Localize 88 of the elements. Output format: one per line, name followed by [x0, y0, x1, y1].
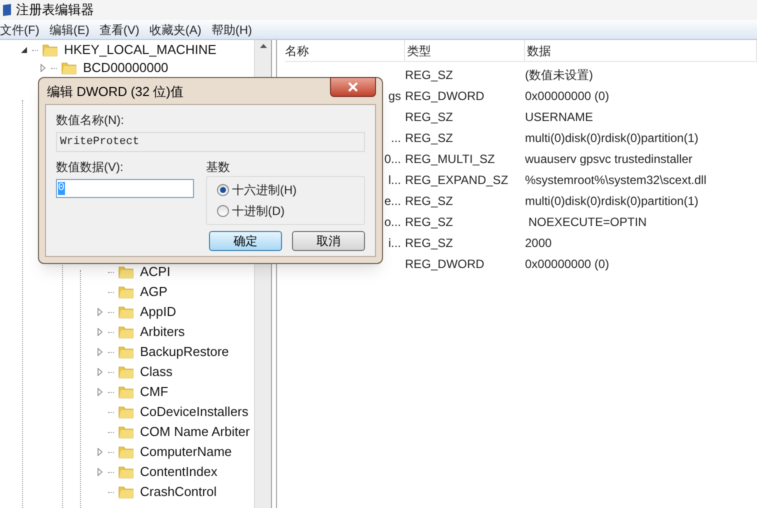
value-data: multi(0)disk(0)rdisk(0)partition(1)	[525, 130, 700, 146]
folder-icon	[118, 384, 134, 400]
value-data: 2000	[525, 234, 553, 252]
folder-icon	[42, 42, 58, 58]
menu-item[interactable]: 帮助(H)	[206, 20, 257, 38]
tree-item[interactable]: COM Name Arbiter	[138, 422, 250, 442]
value-data: (数值未设置)	[525, 66, 594, 84]
value-data: wuauserv gpsvc trustedinstaller	[525, 150, 694, 168]
tree-item[interactable]: AGP	[138, 282, 168, 302]
menu-item[interactable]: 查看(V)	[94, 20, 144, 38]
value-type: REG_DWORD	[405, 88, 486, 104]
value-name-field[interactable]: WriteProtect	[56, 132, 365, 152]
value-data: USERNAME	[525, 108, 594, 126]
window-title: 注册表编辑器	[16, 1, 94, 20]
tree-item[interactable]: CoDeviceInstallers	[138, 402, 248, 422]
collapsed-arrow-icon[interactable]	[96, 468, 104, 476]
value-type: REG_SZ	[405, 214, 454, 230]
value-data: 0x00000000 (0)	[525, 256, 610, 272]
expanded-arrow-icon[interactable]	[20, 46, 28, 54]
tree-item[interactable]: BackupRestore	[138, 342, 229, 362]
tree-item[interactable]: ACPI	[138, 262, 170, 282]
value-type: REG_SZ	[405, 234, 454, 252]
ok-button[interactable]: 确定	[209, 231, 282, 251]
collapsed-arrow-icon[interactable]	[96, 448, 104, 456]
folder-icon	[118, 264, 134, 280]
menu-item[interactable]: 编辑(E)	[44, 20, 94, 38]
value-data: %systemroot%\system32\scext.dll	[525, 172, 708, 188]
group-label: 基数	[206, 159, 231, 176]
value-name[interactable]: i...	[388, 234, 401, 252]
value-type: REG_SZ	[405, 108, 454, 126]
value-type: REG_SZ	[405, 66, 454, 84]
value-type: REG_EXPAND_SZ	[405, 172, 510, 188]
registry-icon	[2, 3, 12, 17]
close-button[interactable]	[330, 77, 376, 97]
value-name[interactable]: e...	[384, 192, 401, 210]
tree-item[interactable]: HKEY_LOCAL_MACHINE	[62, 40, 216, 60]
close-icon	[348, 82, 358, 92]
folder-icon	[118, 344, 134, 360]
radio-button[interactable]	[217, 205, 229, 217]
tree-item[interactable]: Class	[138, 362, 173, 382]
value-data: 0x00000000 (0)	[525, 88, 610, 104]
tree-item[interactable]: ContentIndex	[138, 462, 218, 482]
tree-item[interactable]: ComputerName	[138, 442, 232, 462]
folder-icon	[118, 484, 134, 500]
folder-icon	[118, 324, 134, 340]
folder-icon	[118, 444, 134, 460]
collapsed-arrow-icon[interactable]	[96, 308, 104, 316]
dialog-title: 编辑 DWORD (32 位)值	[46, 83, 184, 102]
radio-button[interactable]	[217, 184, 229, 196]
folder-icon	[118, 464, 134, 480]
tree-item[interactable]: CMF	[138, 382, 168, 402]
scroll-up-icon[interactable]	[260, 44, 266, 48]
collapsed-arrow-icon[interactable]	[96, 388, 104, 396]
value-name[interactable]: o...	[384, 212, 401, 230]
folder-icon	[118, 304, 134, 320]
column-header[interactable]: 数据	[525, 40, 757, 61]
value-name[interactable]: l...	[388, 170, 401, 188]
tree-item[interactable]: BCD00000000	[81, 58, 168, 78]
radio-label[interactable]: 十六进制(H)	[232, 181, 297, 199]
cancel-button[interactable]: 取消	[292, 231, 365, 251]
menu-item[interactable]: 文件(F)	[0, 20, 44, 38]
value-type: REG_DWORD	[405, 256, 486, 272]
column-header[interactable]: 名称	[285, 40, 405, 61]
folder-icon	[118, 404, 134, 420]
value-type: REG_SZ	[405, 130, 454, 146]
value-data: multi(0)disk(0)rdisk(0)partition(1)	[525, 192, 700, 210]
field-label: 数值数据(V):	[56, 159, 124, 176]
folder-icon	[118, 284, 134, 300]
folder-icon	[118, 424, 134, 440]
column-header[interactable]: 类型	[405, 40, 525, 61]
value-name[interactable]: ...	[390, 128, 401, 146]
field-label: 数值名称(N):	[56, 112, 125, 129]
value-data: NOEXECUTE=OPTIN	[527, 214, 648, 230]
tree-item[interactable]: CrashControl	[138, 482, 217, 502]
value-name[interactable]: gs	[388, 86, 401, 104]
collapsed-arrow-icon[interactable]	[96, 368, 104, 376]
menu-item[interactable]: 收藏夹(A)	[144, 20, 206, 38]
tree-item[interactable]: AppID	[138, 302, 176, 322]
value-type: REG_MULTI_SZ	[405, 150, 496, 168]
folder-icon	[118, 364, 134, 380]
radio-label[interactable]: 十进制(D)	[232, 202, 285, 220]
collapsed-arrow-icon[interactable]	[96, 348, 104, 356]
collapsed-arrow-icon[interactable]	[39, 64, 47, 72]
folder-icon	[61, 60, 77, 76]
value-type: REG_SZ	[405, 192, 454, 210]
value-name[interactable]: 0...	[384, 150, 401, 168]
tree-item[interactable]: Arbiters	[138, 322, 185, 342]
collapsed-arrow-icon[interactable]	[96, 328, 104, 336]
